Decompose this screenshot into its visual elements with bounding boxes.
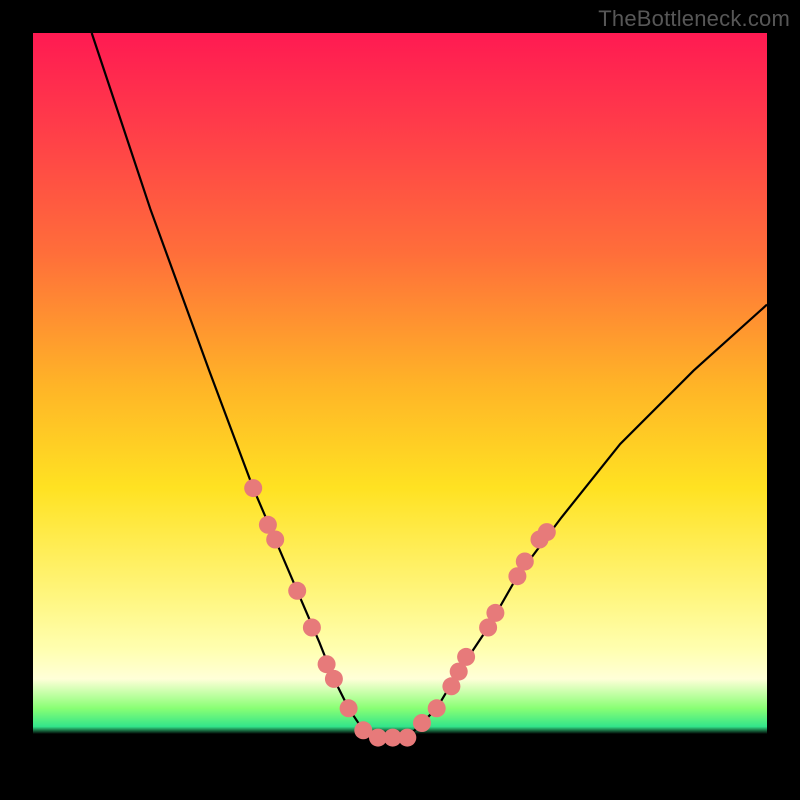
- curve-marker: [288, 582, 306, 600]
- curve-marker: [486, 604, 504, 622]
- curve-marker: [303, 619, 321, 637]
- curve-marker: [244, 479, 262, 497]
- curve-marker: [413, 714, 431, 732]
- chart-svg: [33, 33, 767, 767]
- curve-marker: [516, 553, 534, 571]
- curve-marker: [325, 670, 343, 688]
- chart-frame: TheBottleneck.com: [0, 0, 800, 800]
- curve-marker: [538, 523, 556, 541]
- curve-marker: [398, 729, 416, 747]
- watermark-text: TheBottleneck.com: [598, 6, 790, 32]
- chart-plot-area: [33, 33, 767, 767]
- curve-marker: [340, 699, 358, 717]
- curve-marker: [428, 699, 446, 717]
- curve-markers: [244, 479, 556, 746]
- bottleneck-curve: [92, 33, 767, 738]
- curve-marker: [266, 531, 284, 549]
- curve-marker: [457, 648, 475, 666]
